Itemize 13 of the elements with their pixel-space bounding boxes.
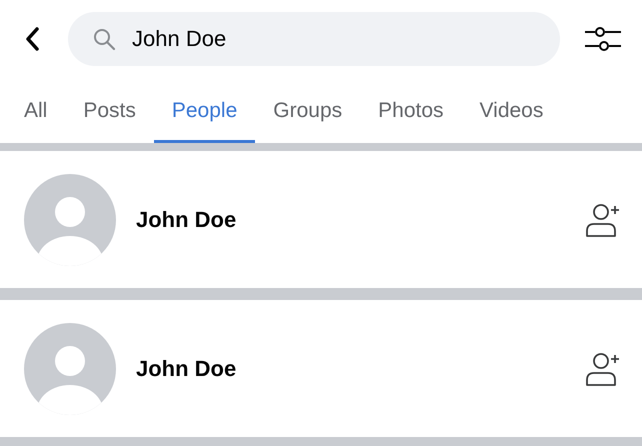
tab[interactable]: Videos [462, 78, 562, 143]
search-icon [92, 27, 116, 51]
person-name[interactable]: John Doe [136, 356, 584, 382]
search-field[interactable]: John Doe [68, 12, 560, 66]
filter-icon[interactable] [584, 25, 622, 53]
tab[interactable]: People [154, 78, 256, 143]
tab[interactable]: Photos [360, 78, 462, 143]
add-friend-icon[interactable] [584, 202, 622, 238]
person-name[interactable]: John Doe [136, 206, 584, 232]
add-friend-icon[interactable] [584, 350, 622, 386]
tab[interactable]: Groups [255, 78, 360, 143]
tab[interactable]: All [6, 78, 66, 143]
tab[interactable]: Posts [65, 78, 154, 143]
